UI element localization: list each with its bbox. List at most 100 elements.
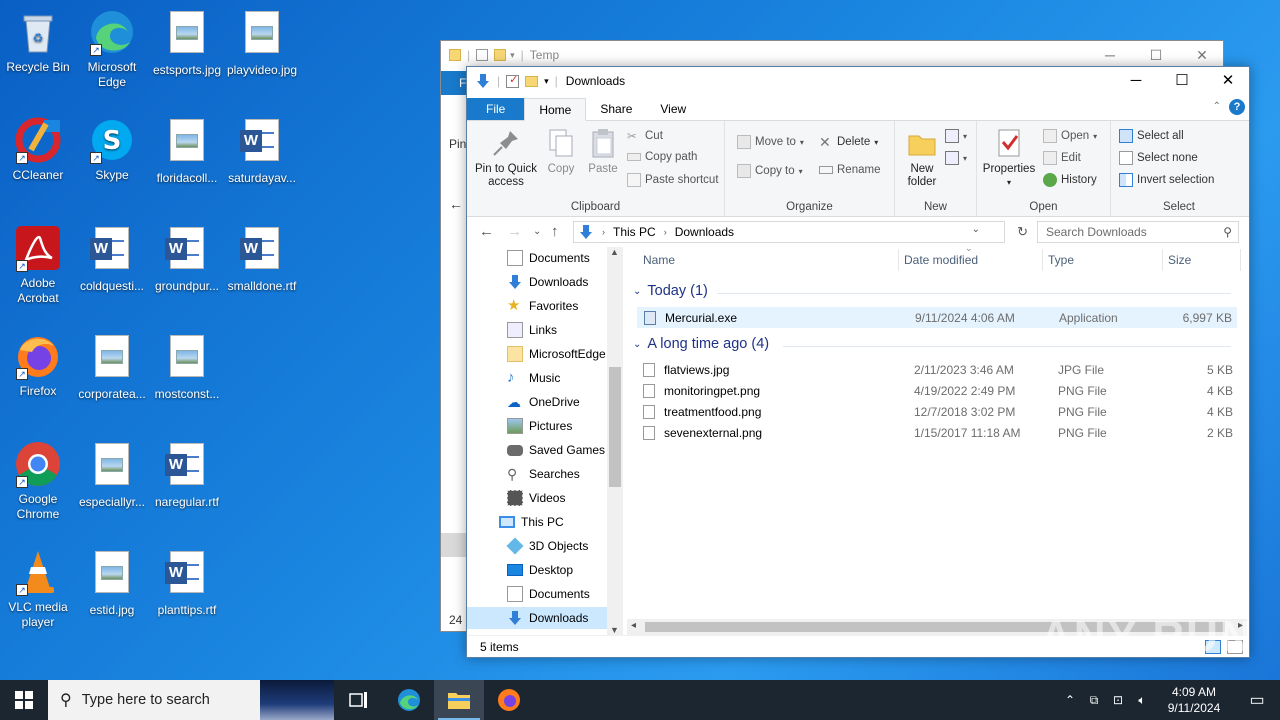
desktop-file-corporatea[interactable]: corporatea...: [74, 332, 150, 402]
tab-share[interactable]: Share: [586, 98, 646, 120]
taskbar-firefox[interactable]: [484, 680, 534, 720]
properties-button[interactable]: Properties ▾: [979, 127, 1039, 189]
file-row[interactable]: Mercurial.exe 9/11/2024 4:06 AM Applicat…: [637, 307, 1237, 328]
nav-item-documents[interactable]: Documents: [507, 247, 590, 269]
edit-button[interactable]: Edit: [1043, 151, 1081, 165]
file-row[interactable]: sevenexternal.png 1/15/2017 11:18 AM PNG…: [637, 423, 1237, 444]
move-to-button[interactable]: Move to ▾: [737, 135, 804, 149]
forward-button[interactable]: →: [507, 223, 522, 240]
desktop-file-coldquesti[interactable]: W coldquesti...: [74, 224, 150, 294]
copy-path-button[interactable]: Copy path: [627, 151, 697, 163]
nav-item-links[interactable]: Links: [507, 319, 557, 341]
ccleaner-desktop-icon[interactable]: ↗ CCleaner: [0, 116, 76, 183]
file-row[interactable]: monitoringpet.png 4/19/2022 2:49 PM PNG …: [637, 381, 1237, 402]
minimize-button[interactable]: ─: [1087, 41, 1133, 69]
new-folder-icon[interactable]: [525, 75, 539, 87]
recent-locations-chevron-icon[interactable]: ⌄: [533, 226, 541, 237]
group-header-today[interactable]: ⌄ Today (1): [633, 283, 708, 299]
nav-item-desktop[interactable]: Desktop: [507, 559, 573, 581]
task-view-button[interactable]: [334, 680, 384, 720]
help-icon[interactable]: ?: [1229, 99, 1245, 115]
select-none-button[interactable]: Select none: [1119, 151, 1198, 165]
temp-title-bar[interactable]: | ▾ | Temp ─ ☐ ✕: [441, 41, 1223, 69]
adobe-acrobat-desktop-icon[interactable]: ↗ Adobe Acrobat: [0, 224, 76, 306]
desktop-file-naregular[interactable]: W naregular.rtf: [149, 440, 225, 510]
skype-desktop-icon[interactable]: S ↗ Skype: [74, 116, 150, 183]
google-chrome-desktop-icon[interactable]: ↗ Google Chrome: [0, 440, 76, 522]
column-header-size[interactable]: Size: [1168, 253, 1191, 267]
volume-icon[interactable]: 🔈︎: [1130, 693, 1154, 708]
taskbar-file-explorer[interactable]: [434, 680, 484, 720]
paste-button[interactable]: Paste: [583, 127, 623, 176]
desktop-file-planttips[interactable]: W planttips.rtf: [149, 548, 225, 618]
properties-check-icon[interactable]: ✓: [506, 74, 520, 88]
notification-icon[interactable]: ▭: [1234, 690, 1280, 710]
customize-quick-access-icon[interactable]: ▾: [510, 50, 515, 61]
temp-file-tab[interactable]: F: [441, 71, 467, 95]
taskbar-edge[interactable]: [384, 680, 434, 720]
invert-selection-button[interactable]: Invert selection: [1119, 173, 1214, 187]
desktop-file-saturdayav[interactable]: W saturdayav...: [224, 116, 300, 186]
clock[interactable]: 4:09 AM 9/11/2024: [1154, 684, 1234, 716]
tab-view[interactable]: View: [646, 98, 700, 120]
cut-button[interactable]: ✂ Cut: [627, 129, 663, 143]
select-all-button[interactable]: Select all: [1119, 129, 1184, 143]
title-bar[interactable]: | ✓ ▾ | Downloads ─ ☐ ✕: [467, 67, 1249, 95]
nav-item-videos[interactable]: Videos: [507, 487, 565, 509]
desktop-file-especiallyr[interactable]: especiallyr...: [74, 440, 150, 510]
open-button[interactable]: Open ▾: [1043, 129, 1097, 143]
easy-access-button[interactable]: ▾: [945, 151, 967, 165]
column-header-type[interactable]: Type: [1048, 253, 1074, 267]
new-folder-button[interactable]: New folder: [899, 127, 945, 189]
column-header-name[interactable]: Name: [643, 253, 675, 267]
breadcrumb-downloads[interactable]: Downloads: [675, 225, 734, 239]
navigation-scroll-thumb[interactable]: [609, 367, 621, 487]
history-button[interactable]: History: [1043, 173, 1097, 187]
desktop-file-estid[interactable]: estid.jpg: [74, 548, 150, 618]
address-bar[interactable]: › This PC › Downloads ⌄ ↻: [573, 221, 1028, 243]
nav-item-music[interactable]: ♪ Music: [507, 367, 560, 389]
desktop-file-groundpur[interactable]: W groundpur...: [149, 224, 225, 294]
network-icon[interactable]: ⧉: [1082, 693, 1106, 708]
customize-quick-access-icon[interactable]: ▾: [544, 76, 549, 87]
group-header-long-time-ago[interactable]: ⌄ A long time ago (4): [633, 336, 769, 352]
back-button[interactable]: ←: [479, 223, 494, 240]
close-button[interactable]: ✕: [1179, 41, 1225, 69]
copy-button[interactable]: Copy: [543, 127, 579, 176]
file-row[interactable]: treatmentfood.png 12/7/2018 3:02 PM PNG …: [637, 402, 1237, 423]
ethernet-icon[interactable]: ⊡: [1106, 693, 1130, 707]
column-header-date[interactable]: Date modified: [904, 253, 978, 267]
vlc-desktop-icon[interactable]: ↗ VLC media player: [0, 548, 76, 630]
desktop-file-smalldone[interactable]: W smalldone.rtf: [224, 224, 300, 294]
show-hidden-icons-chevron-icon[interactable]: ⌃: [1058, 693, 1082, 707]
minimize-button[interactable]: ─: [1113, 67, 1159, 95]
nav-item-downloads-pc[interactable]: Downloads: [467, 607, 607, 629]
rename-button[interactable]: Rename: [819, 164, 880, 176]
firefox-desktop-icon[interactable]: ↗ Firefox: [0, 332, 76, 399]
desktop-file-estsports[interactable]: estsports.jpg: [149, 8, 225, 78]
back-arrow-icon[interactable]: ←: [449, 196, 463, 212]
desktop-file-floridacoll[interactable]: floridacoll...: [149, 116, 225, 186]
microsoft-edge-desktop-icon[interactable]: ↗ Microsoft Edge: [74, 8, 150, 90]
scroll-left-arrow-icon[interactable]: ◂: [631, 620, 636, 631]
delete-button[interactable]: ✕ Delete ▾: [819, 135, 878, 149]
maximize-button[interactable]: ☐: [1133, 41, 1179, 69]
breadcrumb-this-pc[interactable]: This PC: [613, 225, 656, 239]
downloads-explorer-window[interactable]: | ✓ ▾ | Downloads ─ ☐ ✕ File Home Share …: [466, 66, 1250, 658]
start-button[interactable]: [0, 680, 48, 720]
file-row[interactable]: flatviews.jpg 2/11/2023 3:46 AM JPG File…: [637, 360, 1237, 381]
scroll-up-arrow-icon[interactable]: ▲: [610, 247, 619, 257]
nav-item-documents-pc[interactable]: Documents: [507, 583, 590, 605]
scroll-down-arrow-icon[interactable]: ▼: [610, 625, 619, 635]
nav-item-onedrive[interactable]: ☁ OneDrive: [507, 391, 580, 413]
nav-item-downloads[interactable]: Downloads: [507, 271, 588, 293]
nav-item-pictures[interactable]: Pictures: [507, 415, 572, 437]
new-item-button[interactable]: ▾: [945, 129, 967, 143]
tab-home[interactable]: Home: [524, 98, 587, 121]
recycle-bin-desktop-icon[interactable]: ♻ Recycle Bin: [0, 8, 76, 75]
maximize-button[interactable]: ☐: [1159, 67, 1205, 95]
nav-item-this-pc[interactable]: This PC: [499, 511, 564, 533]
up-button[interactable]: ↑: [551, 223, 559, 240]
nav-item-saved-games[interactable]: Saved Games: [507, 439, 605, 461]
address-dropdown-icon[interactable]: ⌄: [972, 224, 980, 235]
